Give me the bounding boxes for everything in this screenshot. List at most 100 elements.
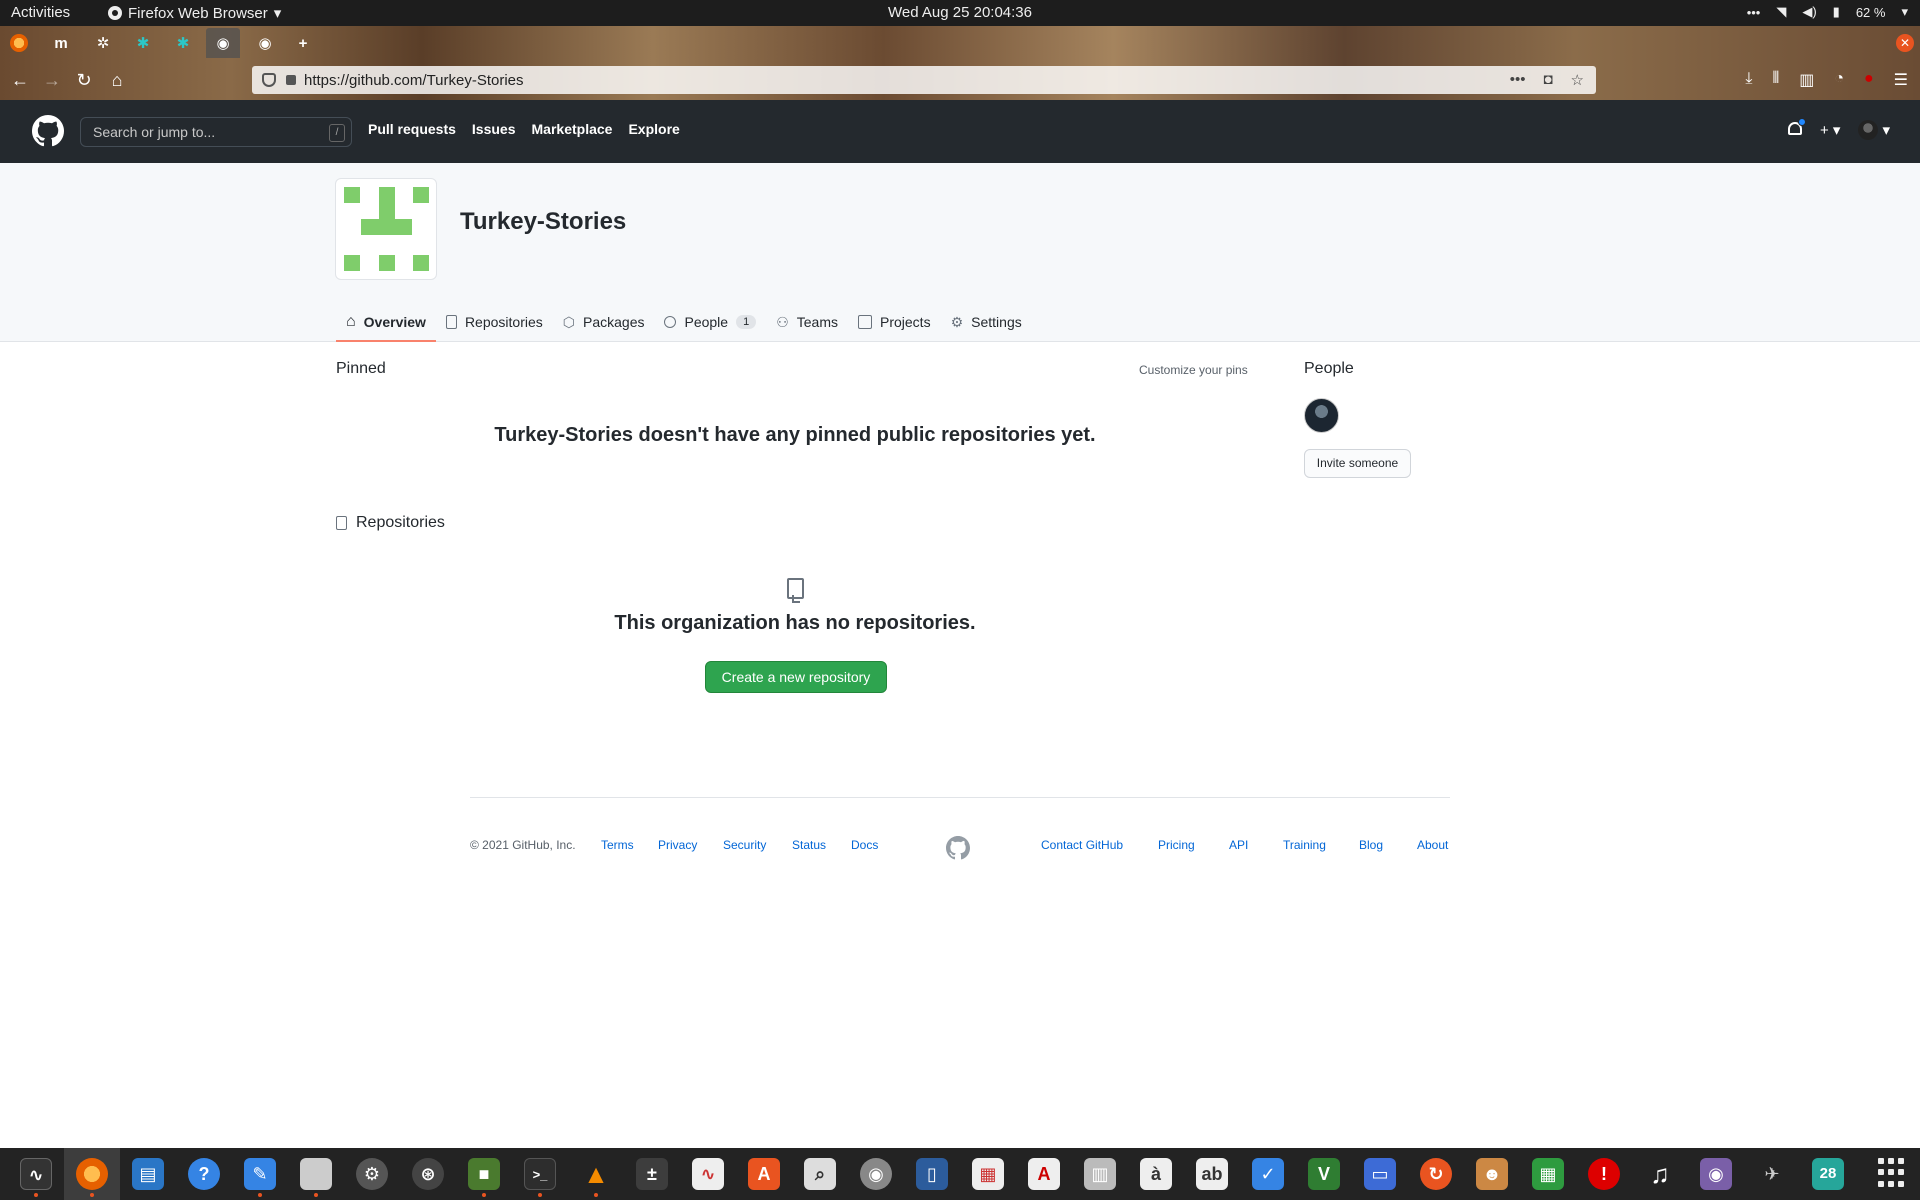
- bookmark-star-icon[interactable]: ☆: [1571, 71, 1584, 89]
- dock-game[interactable]: ☻: [1464, 1148, 1520, 1200]
- dock-alert[interactable]: !: [1576, 1148, 1632, 1200]
- dock-help[interactable]: ?: [176, 1148, 232, 1200]
- dock-terminal[interactable]: >_: [512, 1148, 568, 1200]
- invite-someone-button[interactable]: Invite someone: [1304, 449, 1411, 478]
- tab-settings[interactable]: ⚙ Settings: [941, 304, 1032, 342]
- menu-icon[interactable]: ☰: [1894, 70, 1908, 90]
- tab-github-active[interactable]: ◉: [206, 28, 240, 58]
- footer-link-privacy[interactable]: Privacy: [658, 838, 697, 852]
- sidebar-icon[interactable]: ▥: [1799, 70, 1814, 90]
- dock-settings[interactable]: ⚙: [344, 1148, 400, 1200]
- dock-software[interactable]: ⊛: [400, 1148, 456, 1200]
- tab-medium[interactable]: m: [44, 28, 78, 58]
- footer-link-training[interactable]: Training: [1283, 838, 1326, 852]
- tab-github[interactable]: ◉: [248, 28, 282, 58]
- shield-icon[interactable]: [262, 73, 276, 87]
- close-window-icon[interactable]: ✕: [1896, 34, 1914, 52]
- screen-icon: ▭: [1364, 1158, 1396, 1190]
- nav-pull-requests[interactable]: Pull requests: [368, 121, 456, 137]
- library-icon[interactable]: ⫴: [1772, 70, 1779, 90]
- url-text[interactable]: https://github.com/Turkey-Stories: [304, 72, 1510, 89]
- tab-packages[interactable]: ⬡ Packages: [553, 304, 655, 342]
- nav-marketplace[interactable]: Marketplace: [532, 121, 613, 137]
- dock-minecraft[interactable]: ■: [456, 1148, 512, 1200]
- ublock-icon[interactable]: ●: [1864, 70, 1874, 90]
- footer-link-docs[interactable]: Docs: [851, 838, 878, 852]
- dock-writer[interactable]: ▤: [120, 1148, 176, 1200]
- tab-tealbird[interactable]: ✱: [126, 28, 160, 58]
- github-logo-icon[interactable]: [32, 115, 64, 147]
- dock-camera[interactable]: ◉: [1688, 1148, 1744, 1200]
- nav-issues[interactable]: Issues: [472, 121, 516, 137]
- dock-document[interactable]: ▦: [960, 1148, 1016, 1200]
- dock-vlc[interactable]: ▲: [568, 1148, 624, 1200]
- dock-vim[interactable]: V: [1296, 1148, 1352, 1200]
- pocket-icon[interactable]: ◘: [1543, 71, 1552, 89]
- footer-link-blog[interactable]: Blog: [1359, 838, 1383, 852]
- clock[interactable]: Wed Aug 25 20:04:36: [0, 4, 1920, 21]
- download-icon[interactable]: ⤓: [1745, 70, 1752, 90]
- tab-overview[interactable]: ⌂ Overview: [336, 304, 436, 342]
- footer-link-about[interactable]: About: [1417, 838, 1448, 852]
- home-icon[interactable]: ⌂: [105, 68, 129, 92]
- search-input[interactable]: Search or jump to... /: [80, 117, 352, 147]
- footer-link-terms[interactable]: Terms: [601, 838, 634, 852]
- footer-link-contact[interactable]: Contact GitHub: [1041, 838, 1123, 852]
- dock-rhythm[interactable]: ◉: [848, 1148, 904, 1200]
- new-tab-button[interactable]: +: [286, 28, 320, 58]
- tab-people[interactable]: People 1: [654, 304, 766, 342]
- nav-explore[interactable]: Explore: [628, 121, 679, 137]
- account-icon[interactable]: ◔: [1834, 70, 1844, 90]
- dock-files[interactable]: [288, 1148, 344, 1200]
- dock-calendar[interactable]: 28: [1800, 1148, 1856, 1200]
- footer-link-api[interactable]: API: [1229, 838, 1248, 852]
- reload-icon[interactable]: ↻: [72, 68, 96, 92]
- dock-dictionary[interactable]: ▯: [904, 1148, 960, 1200]
- page-actions-icon[interactable]: •••: [1510, 71, 1526, 89]
- dock-music[interactable]: ♫: [1632, 1148, 1688, 1200]
- customize-pins-link[interactable]: Customize your pins: [1139, 363, 1248, 377]
- org-avatar: [335, 178, 437, 280]
- org-name: Turkey-Stories: [460, 208, 627, 235]
- dock-jet[interactable]: ✈: [1744, 1148, 1800, 1200]
- dock-archive[interactable]: ▥: [1072, 1148, 1128, 1200]
- dock-text-editor[interactable]: ✎: [232, 1148, 288, 1200]
- back-icon[interactable]: ←: [8, 68, 32, 92]
- footer-link-status[interactable]: Status: [792, 838, 826, 852]
- tab-strip: m ✲ ✱ ✱ ◉ ◉ + ✕: [0, 26, 1920, 60]
- tab-firefox[interactable]: [2, 28, 36, 58]
- tab-repositories[interactable]: Repositories: [436, 304, 553, 342]
- create-new-menu[interactable]: + ▾: [1820, 121, 1840, 139]
- dock-spreadsheet[interactable]: ▦: [1520, 1148, 1576, 1200]
- dock-app-store[interactable]: A: [736, 1148, 792, 1200]
- dock-ab[interactable]: ab: [1184, 1148, 1240, 1200]
- dock-todo[interactable]: ✓: [1240, 1148, 1296, 1200]
- dock-image-viewer[interactable]: ⌕: [792, 1148, 848, 1200]
- github-logo-icon[interactable]: [946, 836, 970, 860]
- notifications-bell-icon[interactable]: [1788, 118, 1806, 138]
- gear-icon: ✲: [96, 35, 110, 52]
- user-menu[interactable]: ▾: [1858, 120, 1890, 140]
- tab-projects[interactable]: Projects: [848, 304, 941, 342]
- dock-screen[interactable]: ▭: [1352, 1148, 1408, 1200]
- url-bar[interactable]: https://github.com/Turkey-Stories ••• ◘ …: [252, 66, 1596, 94]
- dock-update[interactable]: ↻: [1408, 1148, 1464, 1200]
- tab-settings[interactable]: ✲: [86, 28, 120, 58]
- footer-link-pricing[interactable]: Pricing: [1158, 838, 1195, 852]
- dock-pdf[interactable]: A: [1016, 1148, 1072, 1200]
- dock-calculator[interactable]: ±: [624, 1148, 680, 1200]
- dock-firefox[interactable]: [64, 1148, 120, 1200]
- create-repository-button[interactable]: Create a new repository: [705, 661, 887, 693]
- forward-icon[interactable]: →: [40, 68, 64, 92]
- dock-char-map[interactable]: à: [1128, 1148, 1184, 1200]
- system-tray[interactable]: ••• ◥ ◀) ▮ 62 % ▾: [1747, 4, 1908, 20]
- more-icon[interactable]: •••: [1747, 5, 1761, 20]
- tab-tealbird-2[interactable]: ✱: [166, 28, 200, 58]
- footer-link-security[interactable]: Security: [723, 838, 766, 852]
- dock-chart[interactable]: ∿: [680, 1148, 736, 1200]
- member-avatar[interactable]: [1304, 398, 1339, 433]
- tab-teams[interactable]: ⚇ Teams: [766, 304, 848, 342]
- lock-icon[interactable]: [286, 75, 296, 85]
- dock-system-monitor[interactable]: ∿: [8, 1148, 64, 1200]
- show-applications-icon[interactable]: [1878, 1158, 1908, 1188]
